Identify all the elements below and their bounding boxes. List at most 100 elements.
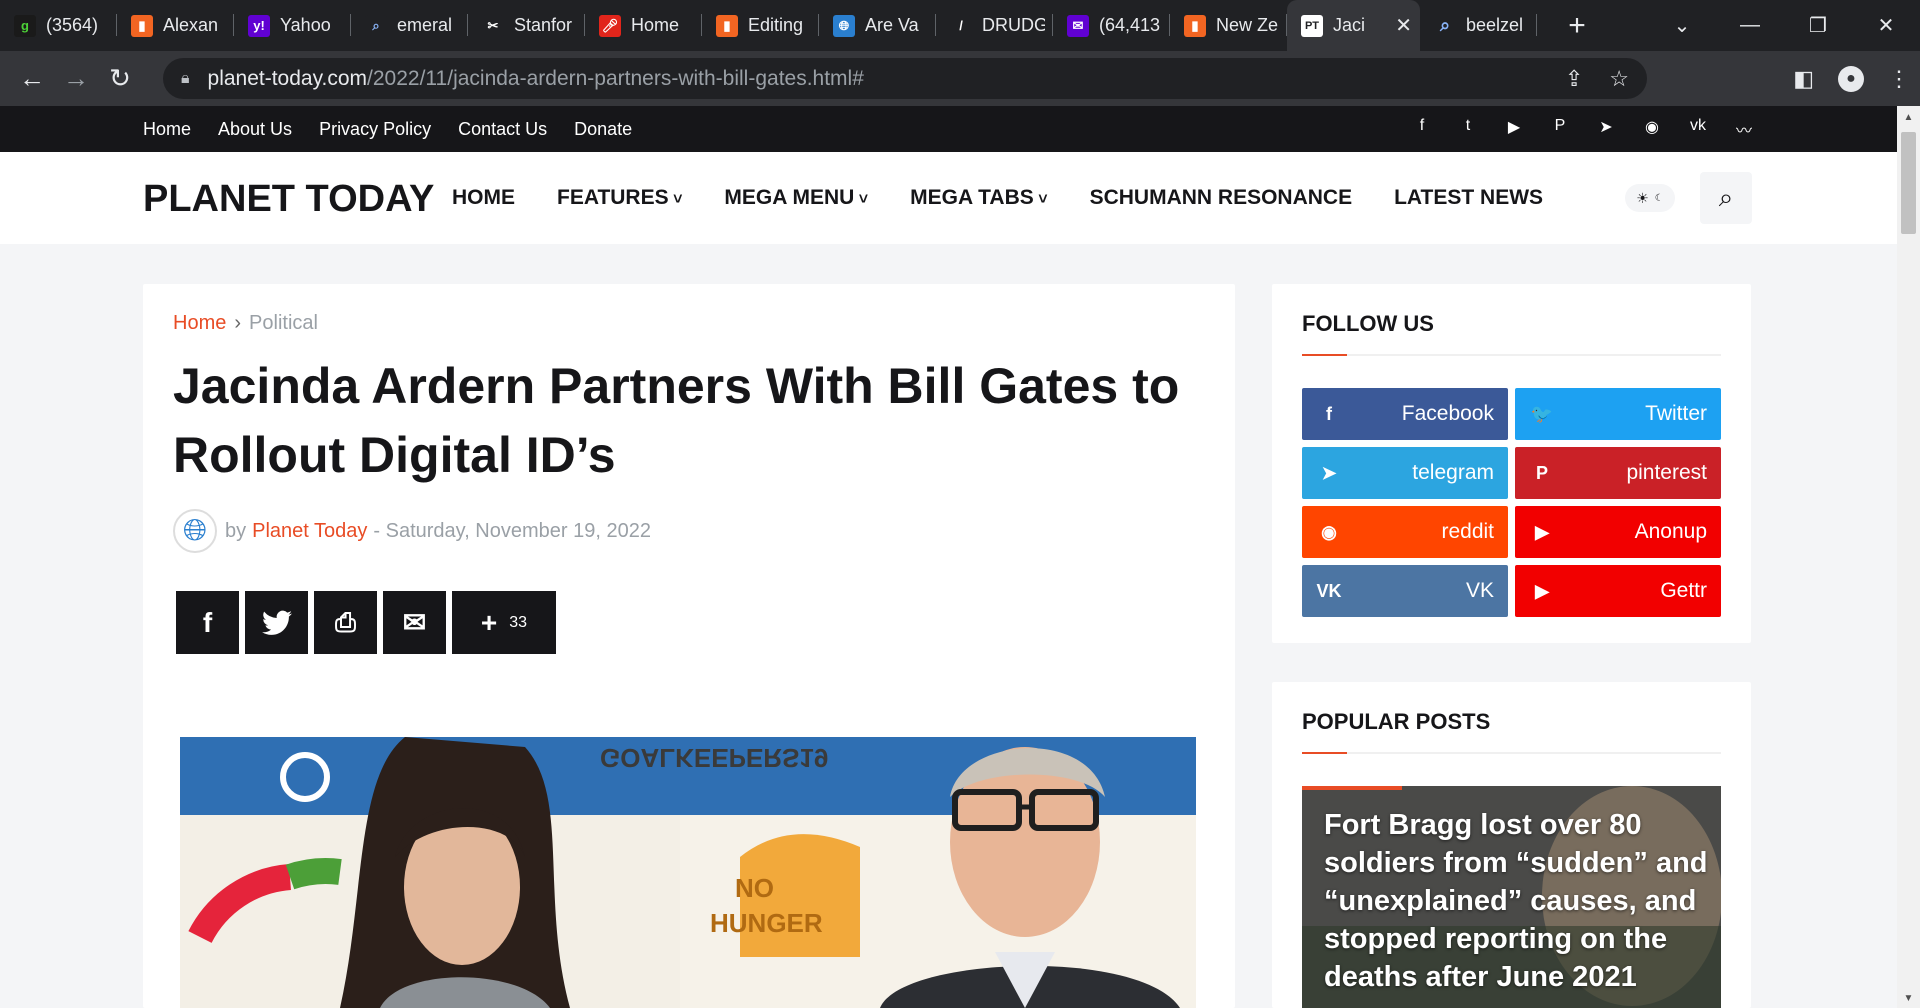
tab-10[interactable]: ▮ New Ze bbox=[1170, 0, 1287, 51]
tab-0[interactable]: g (3564) bbox=[0, 0, 117, 51]
tab-title: beelzel bbox=[1466, 15, 1524, 35]
nav-schumann-resonance[interactable]: SCHUMANN RESONANCE bbox=[1090, 186, 1353, 210]
top-link-contact-us[interactable]: Contact Us bbox=[458, 119, 547, 140]
follow-us-heading: FOLLOW US bbox=[1302, 311, 1434, 336]
chevron-right-icon: › bbox=[234, 312, 242, 334]
vk-icon[interactable]: vk bbox=[1687, 117, 1709, 141]
breadcrumb-category[interactable]: Political bbox=[249, 312, 318, 334]
follow-button-label: reddit bbox=[1441, 520, 1494, 543]
tab-9[interactable]: ✉ (64,413 bbox=[1053, 0, 1170, 51]
pinterest-icon[interactable]: P bbox=[1549, 117, 1571, 141]
breadcrumb-home[interactable]: Home bbox=[173, 312, 226, 334]
globe-favicon-icon: 🌐︎ bbox=[833, 14, 855, 37]
reddit-icon: ◉ bbox=[1321, 521, 1337, 542]
bookmark-star-icon[interactable]: ☆ bbox=[1609, 66, 1629, 92]
tab-list: g (3564) ▮ Alexan y! Yahoo ⌕ emeral ✂ Stanfor 🎤︎ Ho… bbox=[0, 0, 1287, 51]
tab-4[interactable]: ✂ Stanfor bbox=[468, 0, 585, 51]
popular-post-card[interactable]: Fort Bragg lost over 80 soldiers from “s… bbox=[1302, 786, 1721, 1008]
back-icon[interactable]: ← bbox=[10, 63, 54, 94]
share-icon[interactable]: ⇪ bbox=[1565, 66, 1583, 92]
plus-icon: + bbox=[480, 606, 498, 638]
tab-title: Stanfor bbox=[514, 15, 573, 35]
profile-avatar-icon[interactable]: ● bbox=[1838, 65, 1864, 92]
article-title: Jacinda Ardern Partners With Bill Gates … bbox=[173, 358, 1180, 483]
facebook-icon[interactable]: f bbox=[1411, 117, 1433, 141]
article-featured-image[interactable]: GOALKEEPERS19 NO HUNGER bbox=[180, 737, 1196, 1008]
tab-title: Jaci bbox=[1333, 15, 1366, 35]
youtube-icon[interactable]: ▶ bbox=[1503, 117, 1525, 141]
rss-icon[interactable]: 〰 bbox=[1733, 117, 1755, 141]
forward-icon[interactable]: → bbox=[54, 63, 98, 94]
tab-1[interactable]: ▮ Alexan bbox=[117, 0, 234, 51]
print-button[interactable]: ⎙ bbox=[314, 591, 377, 654]
follow-anonup-button[interactable]: ▶ Anonup bbox=[1515, 506, 1721, 558]
restore-icon[interactable]: ❐ bbox=[1784, 13, 1852, 38]
search-icon[interactable]: ⌕ bbox=[1700, 172, 1752, 224]
author-link[interactable]: Planet Today bbox=[252, 520, 367, 543]
follow-pinterest-button[interactable]: Ppinterest bbox=[1515, 447, 1721, 499]
follow-facebook-button[interactable]: f Facebook bbox=[1302, 388, 1508, 440]
nav-features[interactable]: FEATURES bbox=[557, 186, 682, 210]
scrollbar-thumb[interactable] bbox=[1901, 132, 1916, 234]
follow-button-label: Gettr bbox=[1660, 579, 1707, 602]
theme-toggle[interactable]: ☀ ☾ bbox=[1625, 184, 1675, 212]
lock-icon[interactable]: 🔒︎ bbox=[181, 70, 190, 88]
tab-5[interactable]: 🎤︎ Home bbox=[585, 0, 702, 51]
follow-vk-button[interactable]: VK VK bbox=[1302, 565, 1508, 617]
site-logo[interactable]: PLANET TODAY bbox=[143, 178, 434, 221]
tab-title: (64,413 bbox=[1099, 15, 1161, 35]
tab-7[interactable]: 🌐︎ Are Va bbox=[819, 0, 936, 51]
follow-button-label: pinterest bbox=[1626, 461, 1707, 484]
tab-title: (3564) bbox=[46, 15, 99, 35]
scroll-up-arrow-icon[interactable]: ▲ bbox=[1897, 112, 1920, 123]
tab-8[interactable]: / DRUDG bbox=[936, 0, 1053, 51]
follow-gettr-button[interactable]: ▶ Gettr bbox=[1515, 565, 1721, 617]
telegram-icon[interactable]: ➤ bbox=[1595, 117, 1617, 141]
follow-button-label: telegram bbox=[1412, 461, 1494, 484]
reload-icon[interactable]: ↻ bbox=[98, 63, 142, 94]
twitter-icon[interactable]: t bbox=[1457, 117, 1479, 141]
share-twitter-button[interactable] bbox=[245, 591, 308, 654]
top-link-about-us[interactable]: About Us bbox=[218, 119, 292, 140]
page-scrollbar[interactable]: ▲ ▼ bbox=[1897, 106, 1920, 1008]
scroll-down-arrow-icon[interactable]: ▼ bbox=[1897, 993, 1920, 1004]
top-link-privacy-policy[interactable]: Privacy Policy bbox=[319, 119, 431, 140]
author-avatar-globe-icon[interactable]: 🌐︎ bbox=[173, 509, 217, 553]
facebook-icon: f bbox=[1326, 403, 1332, 424]
site-top-bar: Home About Us Privacy Policy Contact Us Dona… bbox=[0, 106, 1897, 152]
printer-icon: ⎙ bbox=[335, 606, 356, 637]
tab-close-icon[interactable]: ✕ bbox=[1395, 13, 1412, 38]
tab-search-chevron-icon[interactable]: ⌄ bbox=[1648, 13, 1716, 38]
youtube-icon: ▶ bbox=[1535, 521, 1549, 542]
planet-today-favicon-icon: PT bbox=[1301, 14, 1323, 37]
nav-mega-menu[interactable]: MEGA MENU bbox=[724, 186, 868, 210]
follow-reddit-button[interactable]: ◉ reddit bbox=[1302, 506, 1508, 558]
minimize-icon[interactable]: — bbox=[1716, 14, 1784, 37]
reddit-icon[interactable]: ◉ bbox=[1641, 117, 1663, 141]
new-tab-button[interactable]: + bbox=[1557, 9, 1597, 43]
tab-3[interactable]: ⌕ emeral bbox=[351, 0, 468, 51]
share-more-button[interactable]: +33 bbox=[452, 591, 556, 654]
tab-6[interactable]: ▮ Editing bbox=[702, 0, 819, 51]
tab-active[interactable]: PT Jaci ✕ bbox=[1287, 0, 1420, 51]
follow-telegram-button[interactable]: ➤ telegram bbox=[1302, 447, 1508, 499]
top-link-home[interactable]: Home bbox=[143, 119, 191, 140]
twitter-icon: 🐦 bbox=[1530, 403, 1554, 424]
menu-kebab-icon[interactable]: ⋮ bbox=[1888, 66, 1910, 92]
main-navigation: HOME FEATURES MEGA MENU MEGA TABS SCHUMANN R… bbox=[452, 186, 1543, 210]
top-link-donate[interactable]: Donate bbox=[574, 119, 632, 140]
tab-search[interactable]: ⌕ beelzel bbox=[1420, 0, 1537, 51]
share-email-button[interactable]: ✉ bbox=[383, 591, 446, 654]
address-bar[interactable]: 🔒︎ planet-today.com/2022/11/jacinda-arde… bbox=[163, 58, 1647, 99]
browser-tab-strip: g (3564) ▮ Alexan y! Yahoo ⌕ emeral ✂ Stanfor 🎤︎ Ho… bbox=[0, 0, 1920, 51]
nav-latest-news[interactable]: LATEST NEWS bbox=[1394, 186, 1543, 210]
side-panel-icon[interactable]: ◧ bbox=[1793, 66, 1814, 92]
nav-mega-tabs[interactable]: MEGA TABS bbox=[910, 186, 1047, 210]
close-window-icon[interactable]: ✕ bbox=[1852, 13, 1920, 38]
nav-home[interactable]: HOME bbox=[452, 186, 515, 210]
follow-twitter-button[interactable]: 🐦 Twitter bbox=[1515, 388, 1721, 440]
article-meta: 🌐︎ by Planet Today - Saturday, November … bbox=[173, 509, 651, 553]
share-facebook-button[interactable]: f bbox=[176, 591, 239, 654]
tab-2[interactable]: y! Yahoo bbox=[234, 0, 351, 51]
popular-post-title[interactable]: Fort Bragg lost over 80 soldiers from “s… bbox=[1324, 806, 1714, 996]
